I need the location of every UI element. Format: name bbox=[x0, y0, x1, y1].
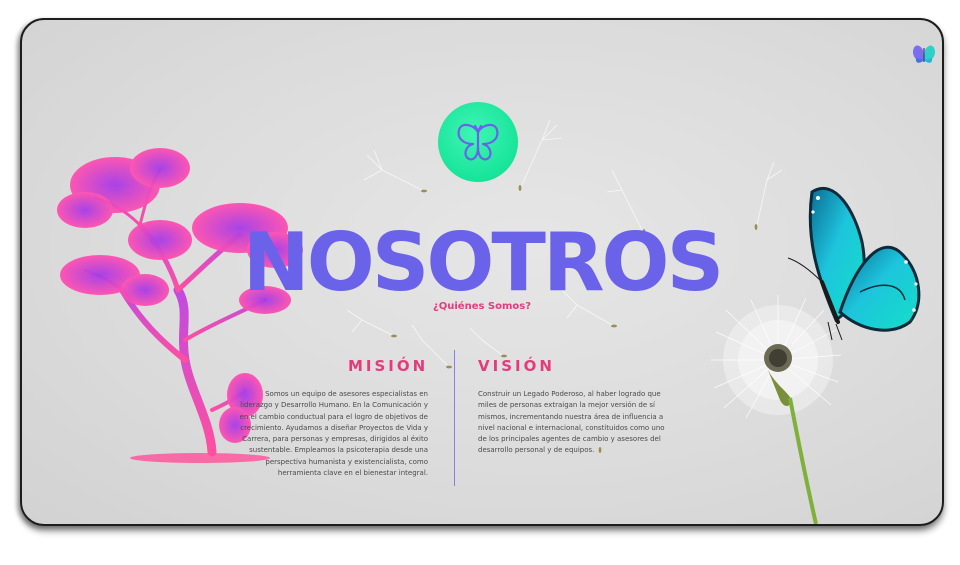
vision-heading: VISIÓN bbox=[478, 357, 555, 375]
page-subtitle: ¿Quiénes Somos? bbox=[432, 301, 532, 312]
mision-text: Somos un equipo de asesores especialista… bbox=[239, 390, 428, 478]
butterfly-icon bbox=[457, 123, 499, 161]
mision-heading: MISIÓN bbox=[348, 357, 429, 375]
page-title: NOSOTROS bbox=[242, 216, 724, 309]
section-divider bbox=[454, 350, 455, 486]
slide-frame: NOSOTROS ¿Quiénes Somos? MISIÓN Somos un… bbox=[20, 18, 944, 526]
logo-badge bbox=[438, 102, 518, 182]
butterfly-icon[interactable] bbox=[910, 38, 938, 66]
vision-text: Construir un Legado Poderoso, al haber l… bbox=[478, 390, 665, 455]
